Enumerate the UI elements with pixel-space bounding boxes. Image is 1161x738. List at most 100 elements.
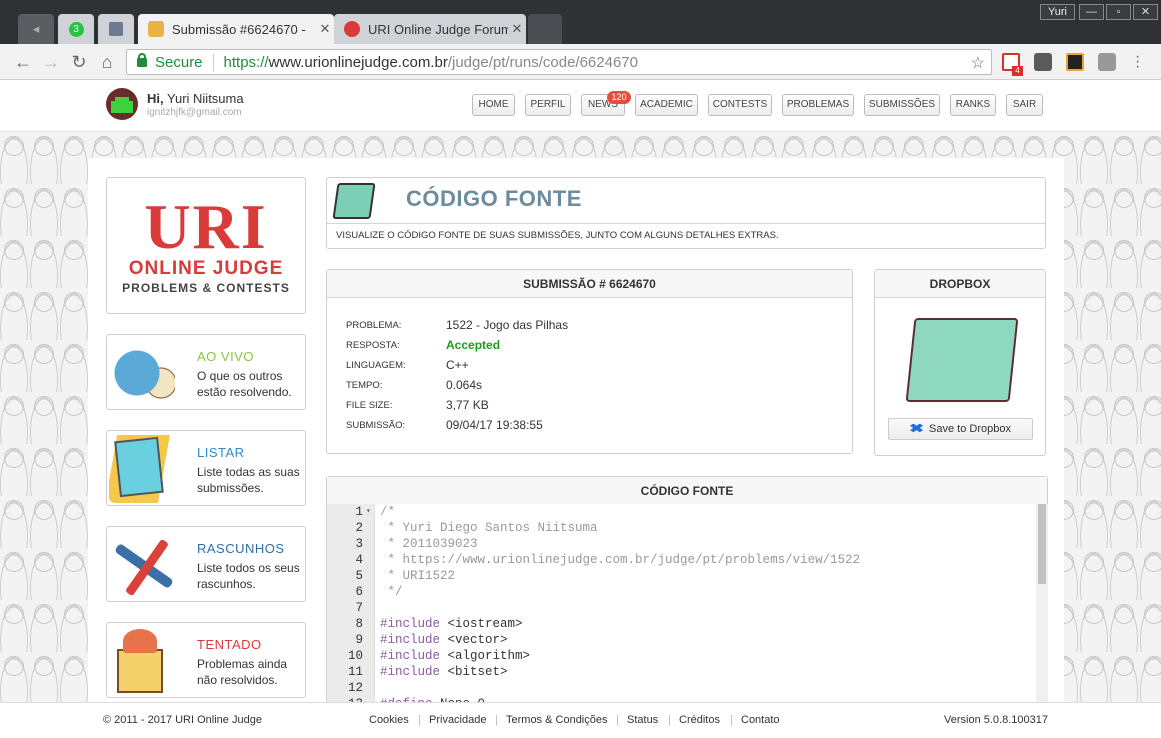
tab-title: URI Online Judge Forum [368,21,508,37]
maximize-button[interactable]: ▫ [1106,4,1131,20]
sidebar-item-title: RASCUNHOS [197,541,285,556]
menu-ranks[interactable]: RANKS [950,94,996,116]
sidebar-item-title: LISTAR [197,445,245,460]
code-line: 10 #include <algorithm> [327,648,1048,664]
footer-separator: | [495,714,498,726]
code-text: #include <vector> [380,632,508,648]
home-button[interactable]: ⌂ [96,51,118,73]
trophy-icon [148,21,164,37]
reload-button[interactable]: ↻ [68,51,90,73]
sidebar-item-ao-vivo[interactable]: AO VIVO O que os outros estão resolvendo… [106,334,306,410]
dropbox-title: DROPBOX [875,270,1045,298]
footer-link-status[interactable]: Status [627,714,658,726]
camera-extension-icon[interactable] [1098,53,1116,71]
preprocessor-keyword: #include [380,633,441,647]
site-header: Hi, Yuri Niitsuma ignitzhjfk@gmail.com H… [0,80,1161,132]
line-number: 3 [355,537,363,551]
code-line: 11 #include <bitset> [327,664,1048,680]
info-value-file-size: 3,77 KB [446,398,489,412]
menu-problemas[interactable]: PROBLEMAS [782,94,854,116]
line-number: 11 [347,665,363,679]
close-window-button[interactable]: ✕ [1133,4,1158,20]
code-line: 3 * 2011039023 [327,536,1048,552]
forum-icon [344,21,360,37]
profile-button[interactable]: Yuri [1040,4,1075,20]
info-label-resposta: RESPOSTA: [346,340,400,351]
browser-menu-icon[interactable]: · · · [1135,49,1140,75]
pinned-tab-audio[interactable]: ◂ [18,14,54,44]
tab-forum[interactable]: URI Online Judge Forum ✕ [334,14,526,44]
url-host: www.urionlinejudge.com.br [268,53,448,71]
pinned-tab-trello[interactable] [98,14,134,44]
preprocessor-keyword: #include [380,649,441,663]
sidebar-item-desc: Liste todos os seus rascunhos. [197,561,300,591]
info-value-linguagem: C++ [446,358,469,372]
line-number: 12 [347,681,363,695]
fold-arrow-icon[interactable]: ▾ [366,504,371,520]
menu-academic[interactable]: ACADEMIC [635,94,698,116]
footer-link-contato[interactable]: Contato [741,714,780,726]
info-value-resposta: Accepted [446,338,501,352]
code-text: * 2011039023 [380,537,478,551]
sidebar-item-rascunhos[interactable]: RASCUNHOS Liste todos os seus rascunhos. [106,526,306,602]
code-token: <iostream> [440,617,523,631]
pinned-tab-whatsapp[interactable]: 3 [58,14,94,44]
save-to-dropbox-button[interactable]: Save to Dropbox [888,418,1033,440]
new-tab-button[interactable] [528,14,562,44]
sidebar-item-tentado[interactable]: TENTADO Problemas ainda não resolvidos. [106,622,306,698]
code-line: 6 */ [327,584,1048,600]
code-token: <algorithm> [440,649,531,663]
code-line: 2 * Yuri Diego Santos Niitsuma [327,520,1048,536]
footer-version: Version 5.0.8.100317 [944,714,1048,726]
preprocessor-keyword: #include [380,665,441,679]
address-bar[interactable]: Secure https://www.urionlinejudge.com.br… [126,49,992,75]
menu-contests[interactable]: CONTESTS [708,94,772,116]
info-value-submissao: 09/04/17 19:38:55 [446,418,543,432]
menu-submissoes[interactable]: SUBMISSÕES [864,94,940,116]
menu-home[interactable]: HOME [472,94,515,116]
close-tab-icon[interactable]: ✕ [316,21,334,37]
keep-extension-icon[interactable] [1066,53,1084,71]
back-button[interactable]: ← [12,51,34,73]
speaker-icon: ◂ [32,21,40,36]
bookmark-star-icon[interactable]: ☆ [971,53,985,73]
sidebar-item-listar[interactable]: LISTAR Liste todas as suas submissões. [106,430,306,506]
logo-tagline: PROBLEMS & CONTESTS [122,281,290,295]
menu-sair[interactable]: SAIR [1006,94,1043,116]
uri-logo-panel[interactable]: URI ONLINE JUDGE PROBLEMS & CONTESTS [106,177,306,314]
minimize-button[interactable]: — [1079,4,1104,20]
code-text: * URI1522 [380,569,456,583]
secure-label: Secure [155,53,214,71]
footer-link-cookies[interactable]: Cookies [369,714,409,726]
open-box-icon [332,183,376,219]
line-number: 6 [355,585,363,599]
line-number: 8 [355,617,363,631]
code-line: 4 * https://www.urionlinejudge.com.br/ju… [327,552,1048,568]
code-line: 7 [327,600,1048,616]
menu-perfil[interactable]: PERFIL [525,94,571,116]
code-text: #include <iostream> [380,616,523,632]
tab-submission[interactable]: Submissão #6624670 - ✕ [138,14,334,44]
code-editor[interactable]: 1 ▾/* 2 * Yuri Diego Santos Niitsuma 3 * 20… [327,504,1048,702]
header-divider [327,223,1045,224]
footer-link-termos[interactable]: Termos & Condições [506,714,608,726]
whatsapp-icon: 3 [68,21,84,37]
sidebar-item-title: TENTADO [197,637,262,652]
lightbulb-extension-icon[interactable] [1034,53,1052,71]
forward-button[interactable]: → [40,51,62,73]
editor-scrollbar-thumb[interactable] [1038,504,1046,584]
avatar[interactable] [106,88,138,120]
pen-pencil-icon [109,531,175,599]
browser-toolbar: ← → ↻ ⌂ Secure https://www.urionlinejudg… [0,44,1161,80]
logo-text: URI [144,191,268,262]
lock-icon [137,52,147,67]
footer: © 2011 - 2017 URI Online Judge Cookies |… [0,702,1161,738]
footer-link-privacidade[interactable]: Privacidade [429,714,486,726]
user-email: ignitzhjfk@gmail.com [147,107,242,118]
line-number: 9 [355,633,363,647]
footer-link-creditos[interactable]: Créditos [679,714,720,726]
dropbox-icon [910,423,924,433]
line-number: 10 [347,649,363,663]
url-text: https://www.urionlinejudge.com.br/judge/… [224,54,638,71]
close-tab-icon[interactable]: ✕ [508,21,526,37]
